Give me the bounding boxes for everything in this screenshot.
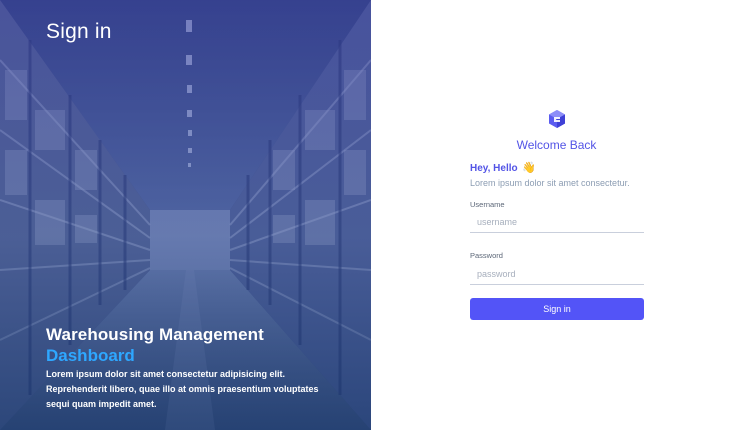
greeting: Hey, Hello 👋 [470,161,536,174]
password-label: Password [470,251,503,260]
password-input[interactable] [470,263,644,285]
cube-logo-icon [549,110,565,128]
greeting-text: Hey, Hello [470,163,518,174]
hero-heading: Warehousing Management [46,325,264,344]
login-form-panel: Welcome Back Hey, Hello 👋 Lorem ipsum do… [371,0,742,430]
welcome-heading: Welcome Back [516,138,597,152]
hero-panel: Sign in Warehousing Management Dashboard… [0,0,371,430]
greeting-subtitle: Lorem ipsum dolor sit amet consectetur. [470,178,630,188]
username-input[interactable] [470,211,644,233]
hero-subheading: Dashboard [46,346,135,365]
waving-hand-icon: 👋 [522,162,537,174]
hero-description: Lorem ipsum dolor sit amet consectetur a… [46,369,319,409]
page-title: Sign in [46,20,112,43]
username-label: Username [470,200,505,209]
sign-in-button[interactable]: Sign in [470,298,644,320]
sign-in-page: Sign in Warehousing Management Dashboard… [0,0,742,430]
